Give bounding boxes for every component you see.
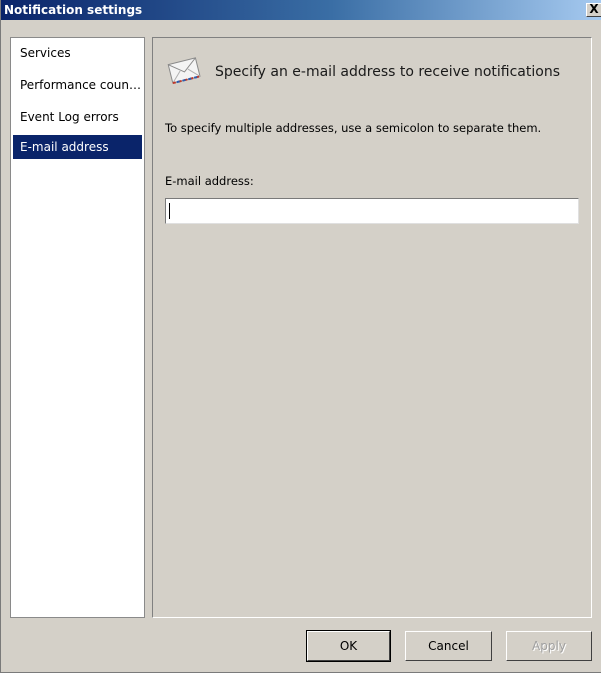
close-button[interactable]: X <box>586 3 601 17</box>
title-bar[interactable]: Notification settings X <box>1 0 601 20</box>
email-field-label: E-mail address: <box>165 174 254 188</box>
page-heading: Specify an e-mail address to receive not… <box>215 64 560 80</box>
notification-settings-dialog: Notification settings X Services Perform… <box>0 0 601 673</box>
window-title: Notification settings <box>4 3 143 17</box>
email-field[interactable] <box>165 198 579 224</box>
email-settings-panel: Specify an e-mail address to receive not… <box>152 37 592 618</box>
nav-item-performance-counters[interactable]: Performance counters <box>13 73 142 97</box>
close-icon: X <box>589 2 599 16</box>
multiple-addresses-hint: To specify multiple addresses, use a sem… <box>165 121 542 135</box>
nav-item-event-log-errors[interactable]: Event Log errors <box>13 105 142 129</box>
envelope-icon <box>167 57 201 85</box>
apply-button[interactable]: Apply <box>506 631 592 661</box>
cancel-button[interactable]: Cancel <box>405 631 492 661</box>
settings-nav-list: Services Performance counters Event Log … <box>10 37 145 618</box>
cancel-button-label: Cancel <box>428 639 469 653</box>
apply-button-label: Apply <box>532 639 566 653</box>
text-caret <box>169 203 170 219</box>
nav-item-services[interactable]: Services <box>13 41 142 65</box>
ok-button-label: OK <box>339 639 358 653</box>
nav-item-email-address[interactable]: E-mail address <box>13 135 142 159</box>
ok-button[interactable]: OK <box>306 630 391 662</box>
